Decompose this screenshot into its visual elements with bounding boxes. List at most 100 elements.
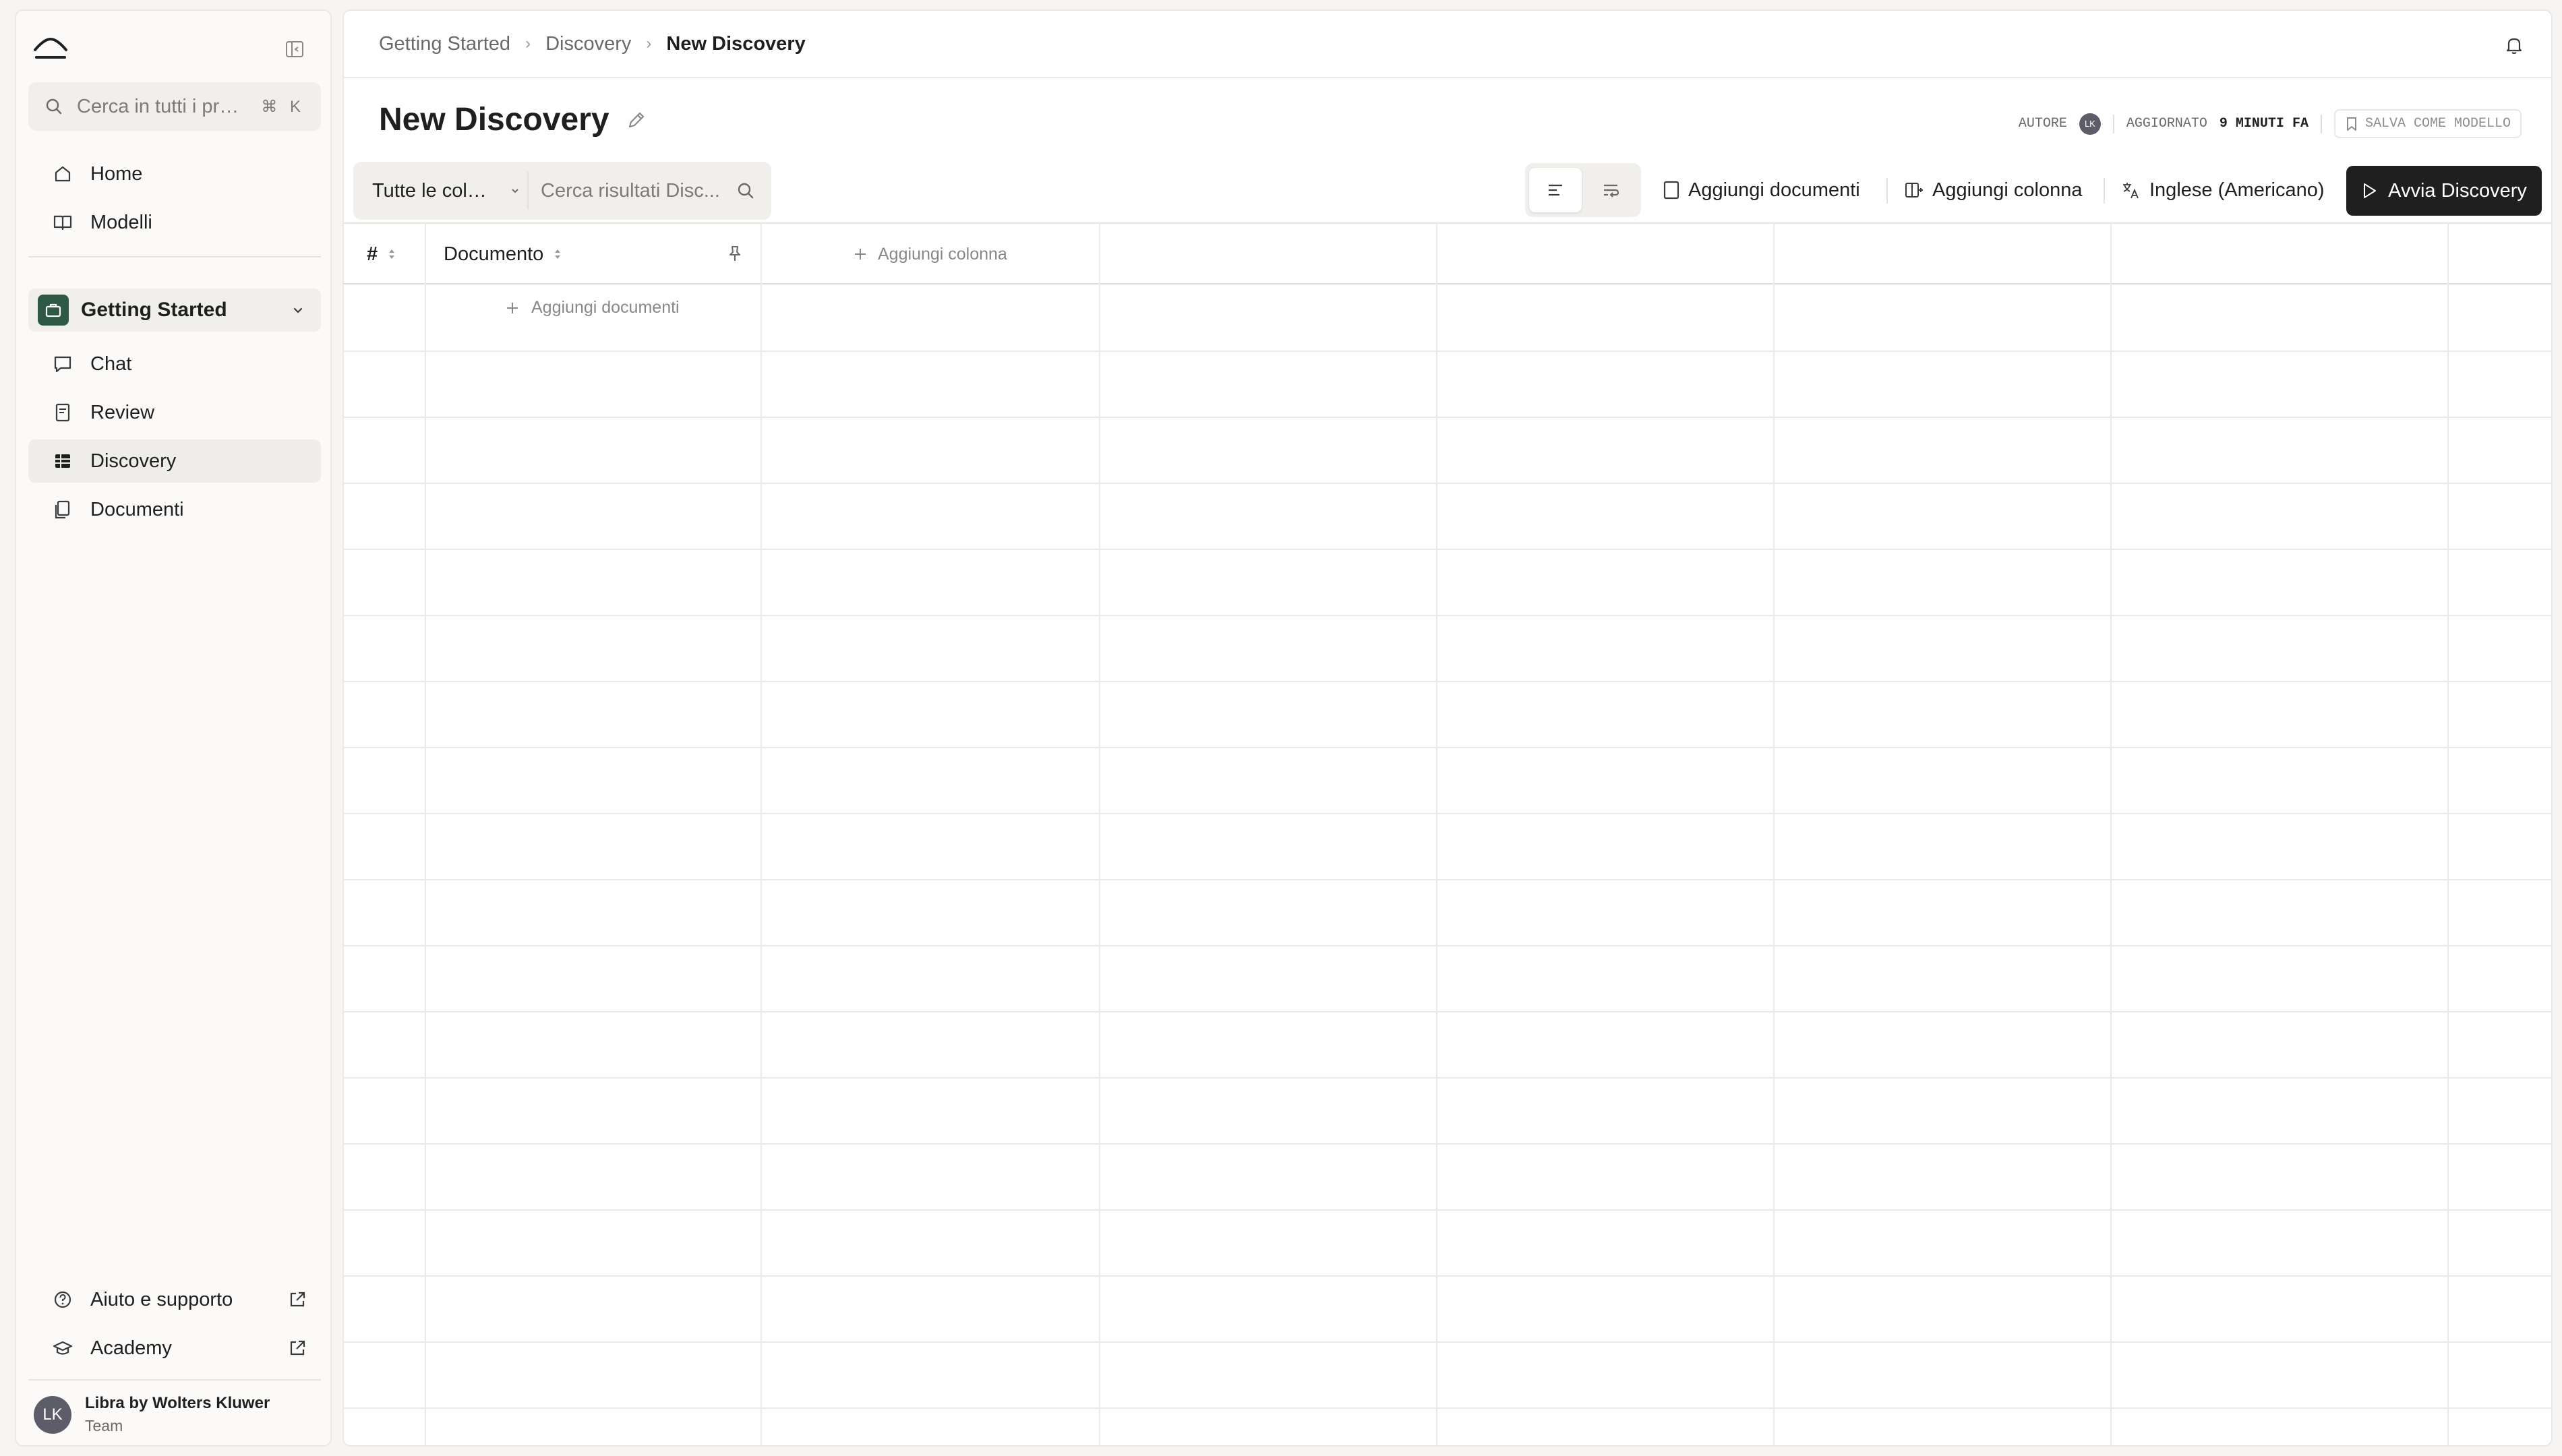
project-name: Getting Started (81, 299, 227, 321)
column-header-label: Documento (444, 243, 544, 265)
page-meta: AUTORE LK AGGIORNATO 9 MINUTI FA SALVA C… (2019, 109, 2522, 138)
pin-icon[interactable] (725, 244, 744, 263)
review-icon (55, 403, 70, 422)
add-column-button[interactable]: Aggiungi colonna (1904, 171, 2083, 209)
graduation-cap-icon (53, 1341, 73, 1355)
search-placeholder: Cerca in tutti i prog... (77, 95, 248, 117)
external-link-icon (290, 1292, 305, 1307)
sidebar-item-academy[interactable]: Academy (28, 1327, 321, 1370)
sidebar-item-home[interactable]: Home (28, 152, 321, 195)
sidebar-item-label: Academy (90, 1337, 172, 1359)
text-wrap-icon (1604, 184, 1619, 198)
user-account[interactable]: LK Libra by Wolters Kluwer Team (34, 1394, 270, 1435)
breadcrumb-item[interactable]: Discovery (545, 33, 631, 55)
sort-icon (555, 249, 561, 259)
home-icon (55, 166, 71, 182)
table-row-divider (344, 813, 2551, 814)
table-row-divider (344, 1011, 2551, 1012)
meta-divider (2320, 114, 2322, 133)
add-documents-button[interactable]: Aggiungi documenti (1663, 171, 1860, 209)
table-row-divider (344, 945, 2551, 946)
sidebar-item-help[interactable]: Aiuto e supporto (28, 1278, 321, 1321)
author-label: AUTORE (2018, 116, 2067, 131)
edit-pencil-icon[interactable] (626, 109, 647, 131)
main-panel: Getting Started › Discovery › New Discov… (342, 9, 2553, 1447)
sidebar-item-label: Documenti (90, 498, 184, 520)
translate-icon (2123, 183, 2139, 199)
breadcrumb-separator: › (525, 34, 531, 53)
table-column-divider (761, 222, 762, 1445)
add-documents-row-label: Aggiungi documenti (531, 298, 680, 317)
add-column-header-label: Aggiungi colonna (878, 244, 1007, 264)
language-label: Inglese (Americano) (2149, 179, 2325, 201)
table-row-divider (344, 1143, 2551, 1145)
add-column-header-button[interactable]: Aggiungi colonna (852, 224, 1007, 284)
chevron-down-icon (293, 307, 303, 313)
sidebar-divider (28, 1379, 321, 1381)
save-as-template-button[interactable]: SALVA COME MODELLO (2333, 109, 2522, 138)
table-column-divider (1436, 222, 1437, 1445)
user-plan: Team (85, 1417, 123, 1434)
table-row-divider (344, 615, 2551, 616)
bookmark-icon (2346, 117, 2356, 131)
table-column-divider (2447, 222, 2449, 1445)
project-selector[interactable]: Getting Started (28, 289, 321, 332)
sort-icon (389, 249, 395, 259)
table-row-divider (344, 1407, 2551, 1409)
chevron-down-icon (512, 189, 518, 193)
table-row-divider (344, 1209, 2551, 1211)
add-documents-label: Aggiungi documenti (1688, 179, 1860, 201)
plus-icon (855, 249, 866, 260)
wrap-view-button[interactable] (1584, 168, 1637, 212)
help-icon (54, 1291, 71, 1308)
add-documents-row-button[interactable]: Aggiungi documenti (504, 298, 680, 317)
toolbar-divider (2104, 178, 2105, 204)
align-left-icon (1549, 184, 1562, 196)
table-row-divider (344, 1275, 2551, 1277)
view-toggle (1525, 163, 1641, 217)
table-row-divider (344, 879, 2551, 880)
sidebar-item-discovery[interactable]: Discovery (28, 439, 321, 483)
search-icon (738, 183, 754, 199)
play-icon (2364, 183, 2377, 198)
global-search-input[interactable]: Cerca in tutti i prog... ⌘ K (28, 82, 321, 131)
sidebar-item-label: Modelli (90, 211, 152, 233)
add-column-label: Aggiungi colonna (1932, 179, 2083, 201)
sidebar-item-label: Home (90, 162, 143, 185)
sidebar-item-modelli[interactable]: Modelli (28, 201, 321, 244)
table-row-divider (344, 681, 2551, 682)
sidebar-item-chat[interactable]: Chat (28, 342, 321, 386)
save-as-template-label: SALVA COME MODELLO (2364, 116, 2511, 131)
table-row-divider (344, 747, 2551, 748)
avatar: LK (34, 1395, 71, 1434)
app-logo-icon[interactable] (32, 35, 69, 62)
column-header-documento[interactable]: Documento (444, 224, 747, 284)
documents-icon (55, 500, 70, 519)
breadcrumb: Getting Started › Discovery › New Discov… (344, 11, 2551, 78)
language-select[interactable]: Inglese (Americano) (2121, 171, 2325, 209)
table-row-divider (344, 1341, 2551, 1343)
results-search-input[interactable]: Cerca risultati Disc... (529, 180, 771, 202)
updated-label: AGGIORNATO (2126, 116, 2207, 131)
notification-bell-icon[interactable] (2504, 35, 2524, 55)
sidebar-collapse-icon[interactable] (285, 39, 305, 59)
table-row-divider (344, 483, 2551, 484)
author-avatar: LK (2079, 113, 2101, 135)
column-header-index[interactable]: # (367, 224, 421, 284)
sidebar-item-review[interactable]: Review (28, 391, 321, 434)
table-header: # Documento Aggiungi colonna (344, 222, 2551, 284)
breadcrumb-item[interactable]: Getting Started (379, 33, 510, 55)
run-discovery-button[interactable]: Avvia Discovery (2346, 166, 2542, 216)
table-row-divider (344, 351, 2551, 352)
compact-view-button[interactable] (1529, 168, 1582, 212)
results-filter: Tutte le colo... Cerca risultati Disc... (353, 162, 771, 220)
column-filter-select[interactable]: Tutte le colo... (353, 172, 529, 210)
user-name: Libra by Wolters Kluwer (85, 1394, 270, 1412)
toolbar-divider (1886, 178, 1888, 204)
sidebar-item-label: Chat (90, 353, 132, 375)
table-icon (55, 454, 70, 468)
sidebar-item-label: Aiuto e supporto (90, 1288, 233, 1310)
results-search-placeholder: Cerca risultati Disc... (541, 179, 720, 202)
sidebar-item-documenti[interactable]: Documenti (28, 488, 321, 531)
briefcase-icon (38, 295, 69, 326)
